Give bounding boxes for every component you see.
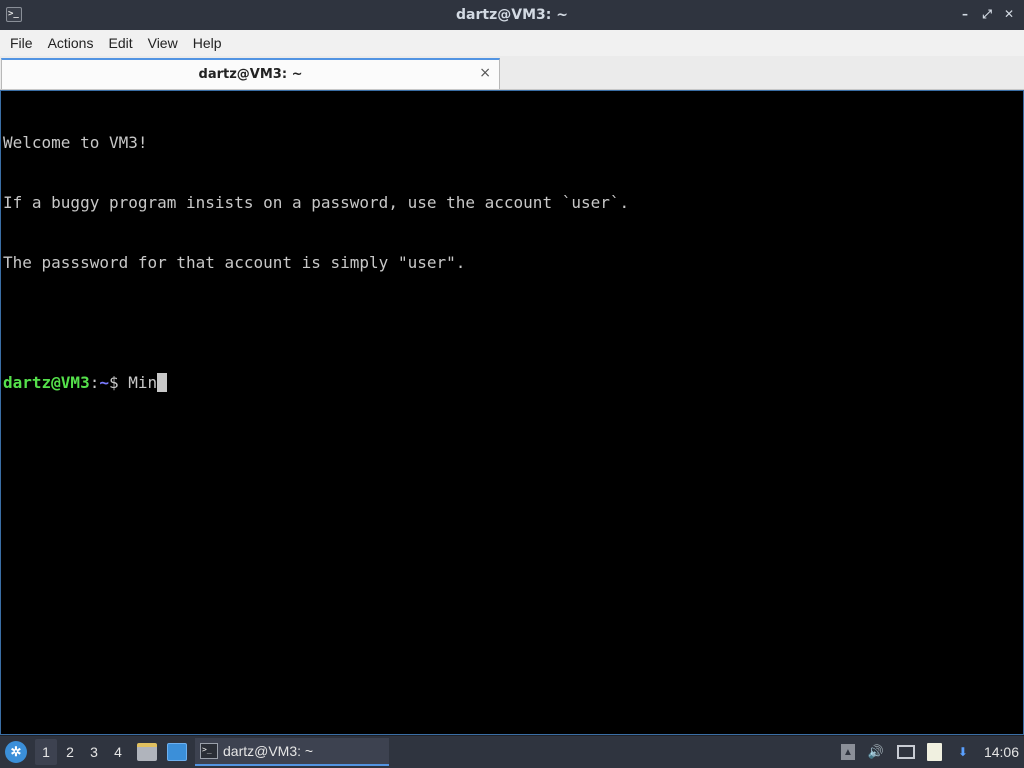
show-desktop-icon[interactable] (167, 743, 187, 761)
task-terminal-button[interactable]: >_ dartz@VM3: ~ (195, 738, 389, 766)
terminal-icon: >_ (200, 743, 218, 759)
system-tray: ▲ 🔊 ⬇ 14:06 (840, 743, 1024, 761)
terminal-line: The passsword for that account is simply… (3, 253, 466, 272)
minimize-button[interactable]: – (958, 6, 972, 22)
clock[interactable]: 14:06 (984, 744, 1019, 760)
terminal-line: If a buggy program insists on a password… (3, 193, 630, 212)
update-notifier-icon[interactable]: ⬇ (954, 743, 972, 761)
menu-bar: File Actions Edit View Help (0, 30, 1024, 56)
desktop-3[interactable]: 3 (83, 739, 105, 765)
window-titlebar[interactable]: >_ dartz@VM3: ~ – ⤢ ✕ (0, 0, 1024, 30)
tab-label: dartz@VM3: ~ (198, 67, 303, 82)
desktop-1[interactable]: 1 (35, 739, 57, 765)
terminal-icon[interactable]: >_ (6, 7, 22, 22)
tab-bar: dartz@VM3: ~ × (0, 56, 1024, 90)
terminal-line: Welcome to VM3! (3, 133, 148, 152)
menu-help[interactable]: Help (187, 31, 228, 55)
prompt-separator: : (89, 373, 100, 392)
terminal-output[interactable]: Welcome to VM3! If a buggy program insis… (0, 90, 1024, 735)
prompt-symbol: $ (108, 373, 129, 392)
menu-actions[interactable]: Actions (42, 31, 100, 55)
desktop-4[interactable]: 4 (107, 739, 129, 765)
menu-edit[interactable]: Edit (102, 31, 138, 55)
close-button[interactable]: ✕ (1002, 6, 1016, 22)
text-cursor (157, 373, 168, 392)
desktop-2[interactable]: 2 (59, 739, 81, 765)
desktop-switcher: 1 2 3 4 (35, 739, 131, 765)
file-manager-icon[interactable] (137, 743, 157, 761)
clipboard-icon[interactable] (926, 743, 942, 761)
tab-terminal[interactable]: dartz@VM3: ~ × (1, 58, 500, 89)
menu-view[interactable]: View (142, 31, 184, 55)
command-input[interactable]: Min (128, 373, 157, 392)
maximize-button[interactable]: ⤢ (980, 6, 994, 22)
start-menu-icon[interactable]: ✲ (5, 741, 27, 763)
tab-close-icon[interactable]: × (479, 65, 491, 81)
volume-icon[interactable]: 🔊 (867, 743, 885, 761)
tray-expand-icon[interactable]: ▲ (840, 744, 855, 760)
prompt-path: ~ (99, 373, 109, 392)
window-controls: – ⤢ ✕ (958, 6, 1016, 22)
prompt-line[interactable]: dartz@VM3:~$ Min (3, 373, 1021, 393)
taskbar: ✲ 1 2 3 4 >_ dartz@VM3: ~ ▲ 🔊 ⬇ 14:06 (0, 735, 1024, 768)
task-label: dartz@VM3: ~ (223, 743, 314, 759)
prompt-user-host: dartz@VM3 (3, 373, 90, 392)
network-icon[interactable] (896, 745, 915, 759)
menu-file[interactable]: File (4, 31, 39, 55)
window-title: dartz@VM3: ~ (456, 7, 568, 23)
